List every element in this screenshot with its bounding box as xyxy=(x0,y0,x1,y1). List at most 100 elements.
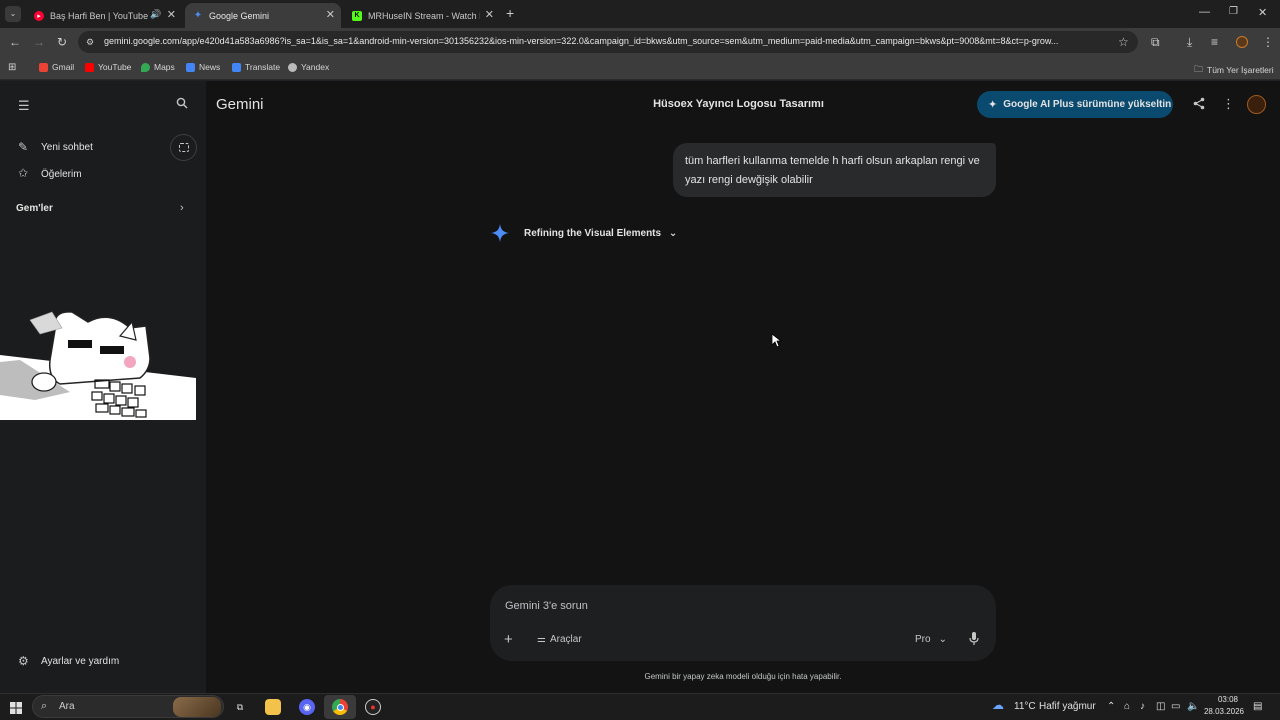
my-items-link[interactable]: Öğelerim xyxy=(41,169,82,180)
sparkle-icon: ✦ xyxy=(988,99,998,111)
tab-kick-stream[interactable]: K MRHuseIN Stream - Watch Live ✕ xyxy=(344,3,500,28)
new-tab-button[interactable]: + xyxy=(506,5,514,21)
extensions-icon[interactable]: ⧉ xyxy=(1151,35,1160,49)
my-items-icon[interactable]: ✩ xyxy=(18,166,28,180)
bookmark-star-icon[interactable]: ☆ xyxy=(1118,35,1129,49)
taskbar-search[interactable]: ⌕ Ara xyxy=(32,695,224,718)
kick-icon: K xyxy=(352,10,362,21)
youtube-icon xyxy=(85,62,94,72)
search-highlight-bison-image xyxy=(173,697,221,717)
new-chat-icon[interactable]: ✎ xyxy=(18,140,28,154)
tab-title: MRHuseIN Stream - Watch Live xyxy=(368,10,480,21)
tab-search-button[interactable]: ⌄ xyxy=(5,6,21,22)
chevron-right-icon[interactable]: › xyxy=(180,202,184,214)
bookmark-label: News xyxy=(199,62,221,72)
news-icon xyxy=(186,62,195,72)
share-icon[interactable] xyxy=(1193,97,1205,115)
minimize-window-icon[interactable]: — xyxy=(1199,6,1210,18)
restore-window-icon[interactable]: ❐ xyxy=(1229,6,1238,17)
profile-avatar[interactable] xyxy=(1236,36,1248,48)
chat-title[interactable]: Hüsoex Yayıncı Logosu Tasarımı xyxy=(620,98,857,110)
bookmark-yandex[interactable]: Yandex xyxy=(288,62,329,72)
cat-keyboard-overlay-image xyxy=(0,300,196,420)
bookmark-label: Maps xyxy=(154,62,175,72)
notifications-icon[interactable]: ▤ xyxy=(1253,701,1262,712)
tray-overflow-chevron-icon[interactable]: ⌃ xyxy=(1107,701,1115,712)
close-tab-icon[interactable]: ✕ xyxy=(167,8,176,21)
bookmark-label: YouTube xyxy=(98,62,132,72)
tray-display-icon[interactable]: ▭ xyxy=(1171,701,1180,712)
folder-icon: 🗀 xyxy=(1194,64,1204,74)
search-placeholder: Ara xyxy=(59,701,75,712)
chevron-down-icon: ⌄ xyxy=(668,228,678,239)
back-icon[interactable]: ← xyxy=(9,35,21,49)
microphone-icon[interactable] xyxy=(969,632,979,650)
chrome-icon[interactable] xyxy=(332,699,348,715)
tools-button[interactable]: ⚌ Araçlar xyxy=(537,634,582,645)
tray-speaker-icon[interactable]: ◫ xyxy=(1156,701,1165,712)
tab-youtube-music[interactable]: ▸ Baş Harfi Ben | YouTube Mu 🔊 ✕ xyxy=(26,3,182,28)
weather-description[interactable]: Hafif yağmur xyxy=(1039,701,1096,712)
forward-icon[interactable]: → xyxy=(33,35,45,49)
audio-playing-icon[interactable]: 🔊 xyxy=(150,9,161,20)
account-avatar[interactable] xyxy=(1247,95,1266,114)
tab-title: Google Gemini xyxy=(209,10,270,21)
tray-mic-icon[interactable]: ♪ xyxy=(1140,701,1145,712)
model-selector[interactable]: Pro ⌄ xyxy=(915,634,947,645)
more-options-icon[interactable]: ⋮ xyxy=(1222,96,1235,112)
discord-icon[interactable]: ◉ xyxy=(299,699,315,715)
bookmark-translate[interactable]: Translate xyxy=(232,62,280,72)
model-label: Pro xyxy=(915,634,931,645)
all-bookmarks[interactable]: 🗀 Tüm Yer İşaretleri xyxy=(1194,62,1274,78)
settings-help-link[interactable]: Ayarlar ve yardım xyxy=(41,656,119,667)
bookmark-maps[interactable]: Maps xyxy=(141,62,175,72)
obs-record-icon[interactable]: ● xyxy=(365,699,381,715)
settings-gear-icon[interactable]: ⚙ xyxy=(18,654,29,668)
maps-icon xyxy=(141,62,150,72)
gemini-icon: ✦ xyxy=(193,10,203,21)
tray-volume-icon[interactable]: 🔈 xyxy=(1187,701,1199,712)
url-text[interactable]: gemini.google.com/app/e420d41a583a6986?i… xyxy=(104,36,1112,46)
search-icon: ⌕ xyxy=(41,700,48,712)
prompt-input[interactable]: Gemini 3'e sorun xyxy=(505,600,588,612)
close-tab-icon[interactable]: ✕ xyxy=(485,8,494,21)
upgrade-label: Google AI Plus sürümüne yükseltin xyxy=(1003,99,1172,110)
site-info-icon[interactable]: ⚙ xyxy=(86,35,94,49)
gems-section[interactable]: Gem'ler xyxy=(16,203,53,214)
media-controls-icon[interactable]: ≡ xyxy=(1211,35,1218,49)
browser-menu-icon[interactable]: ⋮ xyxy=(1262,35,1274,49)
apps-grid-icon[interactable]: ⊞ xyxy=(8,62,16,73)
tab-google-gemini[interactable]: ✦ Google Gemini ✕ xyxy=(185,3,341,28)
clock-time[interactable]: 03:08 xyxy=(1210,695,1246,704)
bookmark-label: Gmail xyxy=(52,62,75,72)
task-view-icon[interactable]: ⧉ xyxy=(232,699,248,715)
tools-sliders-icon: ⚌ xyxy=(537,634,546,645)
temporary-chat-icon[interactable] xyxy=(170,134,197,161)
user-message-bubble: tüm harfleri kullanma temelde h harfi ol… xyxy=(673,143,996,197)
prompt-composer xyxy=(490,585,996,661)
thinking-status[interactable]: Refining the Visual Elements ⌄ xyxy=(524,228,677,239)
tray-network-icon[interactable]: ⌂ xyxy=(1124,701,1130,712)
weather-temperature[interactable]: 11°C xyxy=(1014,701,1036,712)
translate-icon xyxy=(232,62,241,72)
yandex-icon xyxy=(288,62,297,72)
bookmark-gmail[interactable]: Gmail xyxy=(39,62,74,72)
close-tab-icon[interactable]: ✕ xyxy=(326,8,335,21)
downloads-icon[interactable]: ⤓ xyxy=(1187,35,1192,49)
search-icon[interactable] xyxy=(176,97,188,112)
add-attachment-icon[interactable]: + xyxy=(504,631,513,648)
new-chat-button[interactable]: Yeni sohbet xyxy=(41,142,93,153)
gemini-brand-title[interactable]: Gemini xyxy=(216,96,264,113)
hamburger-menu-icon[interactable]: ☰ xyxy=(18,98,30,114)
reload-icon[interactable]: ↻ xyxy=(57,35,67,49)
file-explorer-icon[interactable] xyxy=(265,699,281,715)
weather-icon[interactable]: ☁ xyxy=(992,698,1004,712)
upgrade-plan-button[interactable]: ✦ Google AI Plus sürümüne yükseltin xyxy=(977,91,1173,118)
clock-date[interactable]: 28.03.2026 xyxy=(1202,707,1246,716)
bookmark-news[interactable]: News xyxy=(186,62,220,72)
close-window-icon[interactable]: ✕ xyxy=(1258,6,1267,19)
tools-label: Araçlar xyxy=(549,634,582,645)
all-bookmarks-label: Tüm Yer İşaretleri xyxy=(1207,65,1274,75)
bookmark-youtube[interactable]: YouTube xyxy=(85,62,131,72)
windows-start-icon[interactable] xyxy=(10,701,22,719)
